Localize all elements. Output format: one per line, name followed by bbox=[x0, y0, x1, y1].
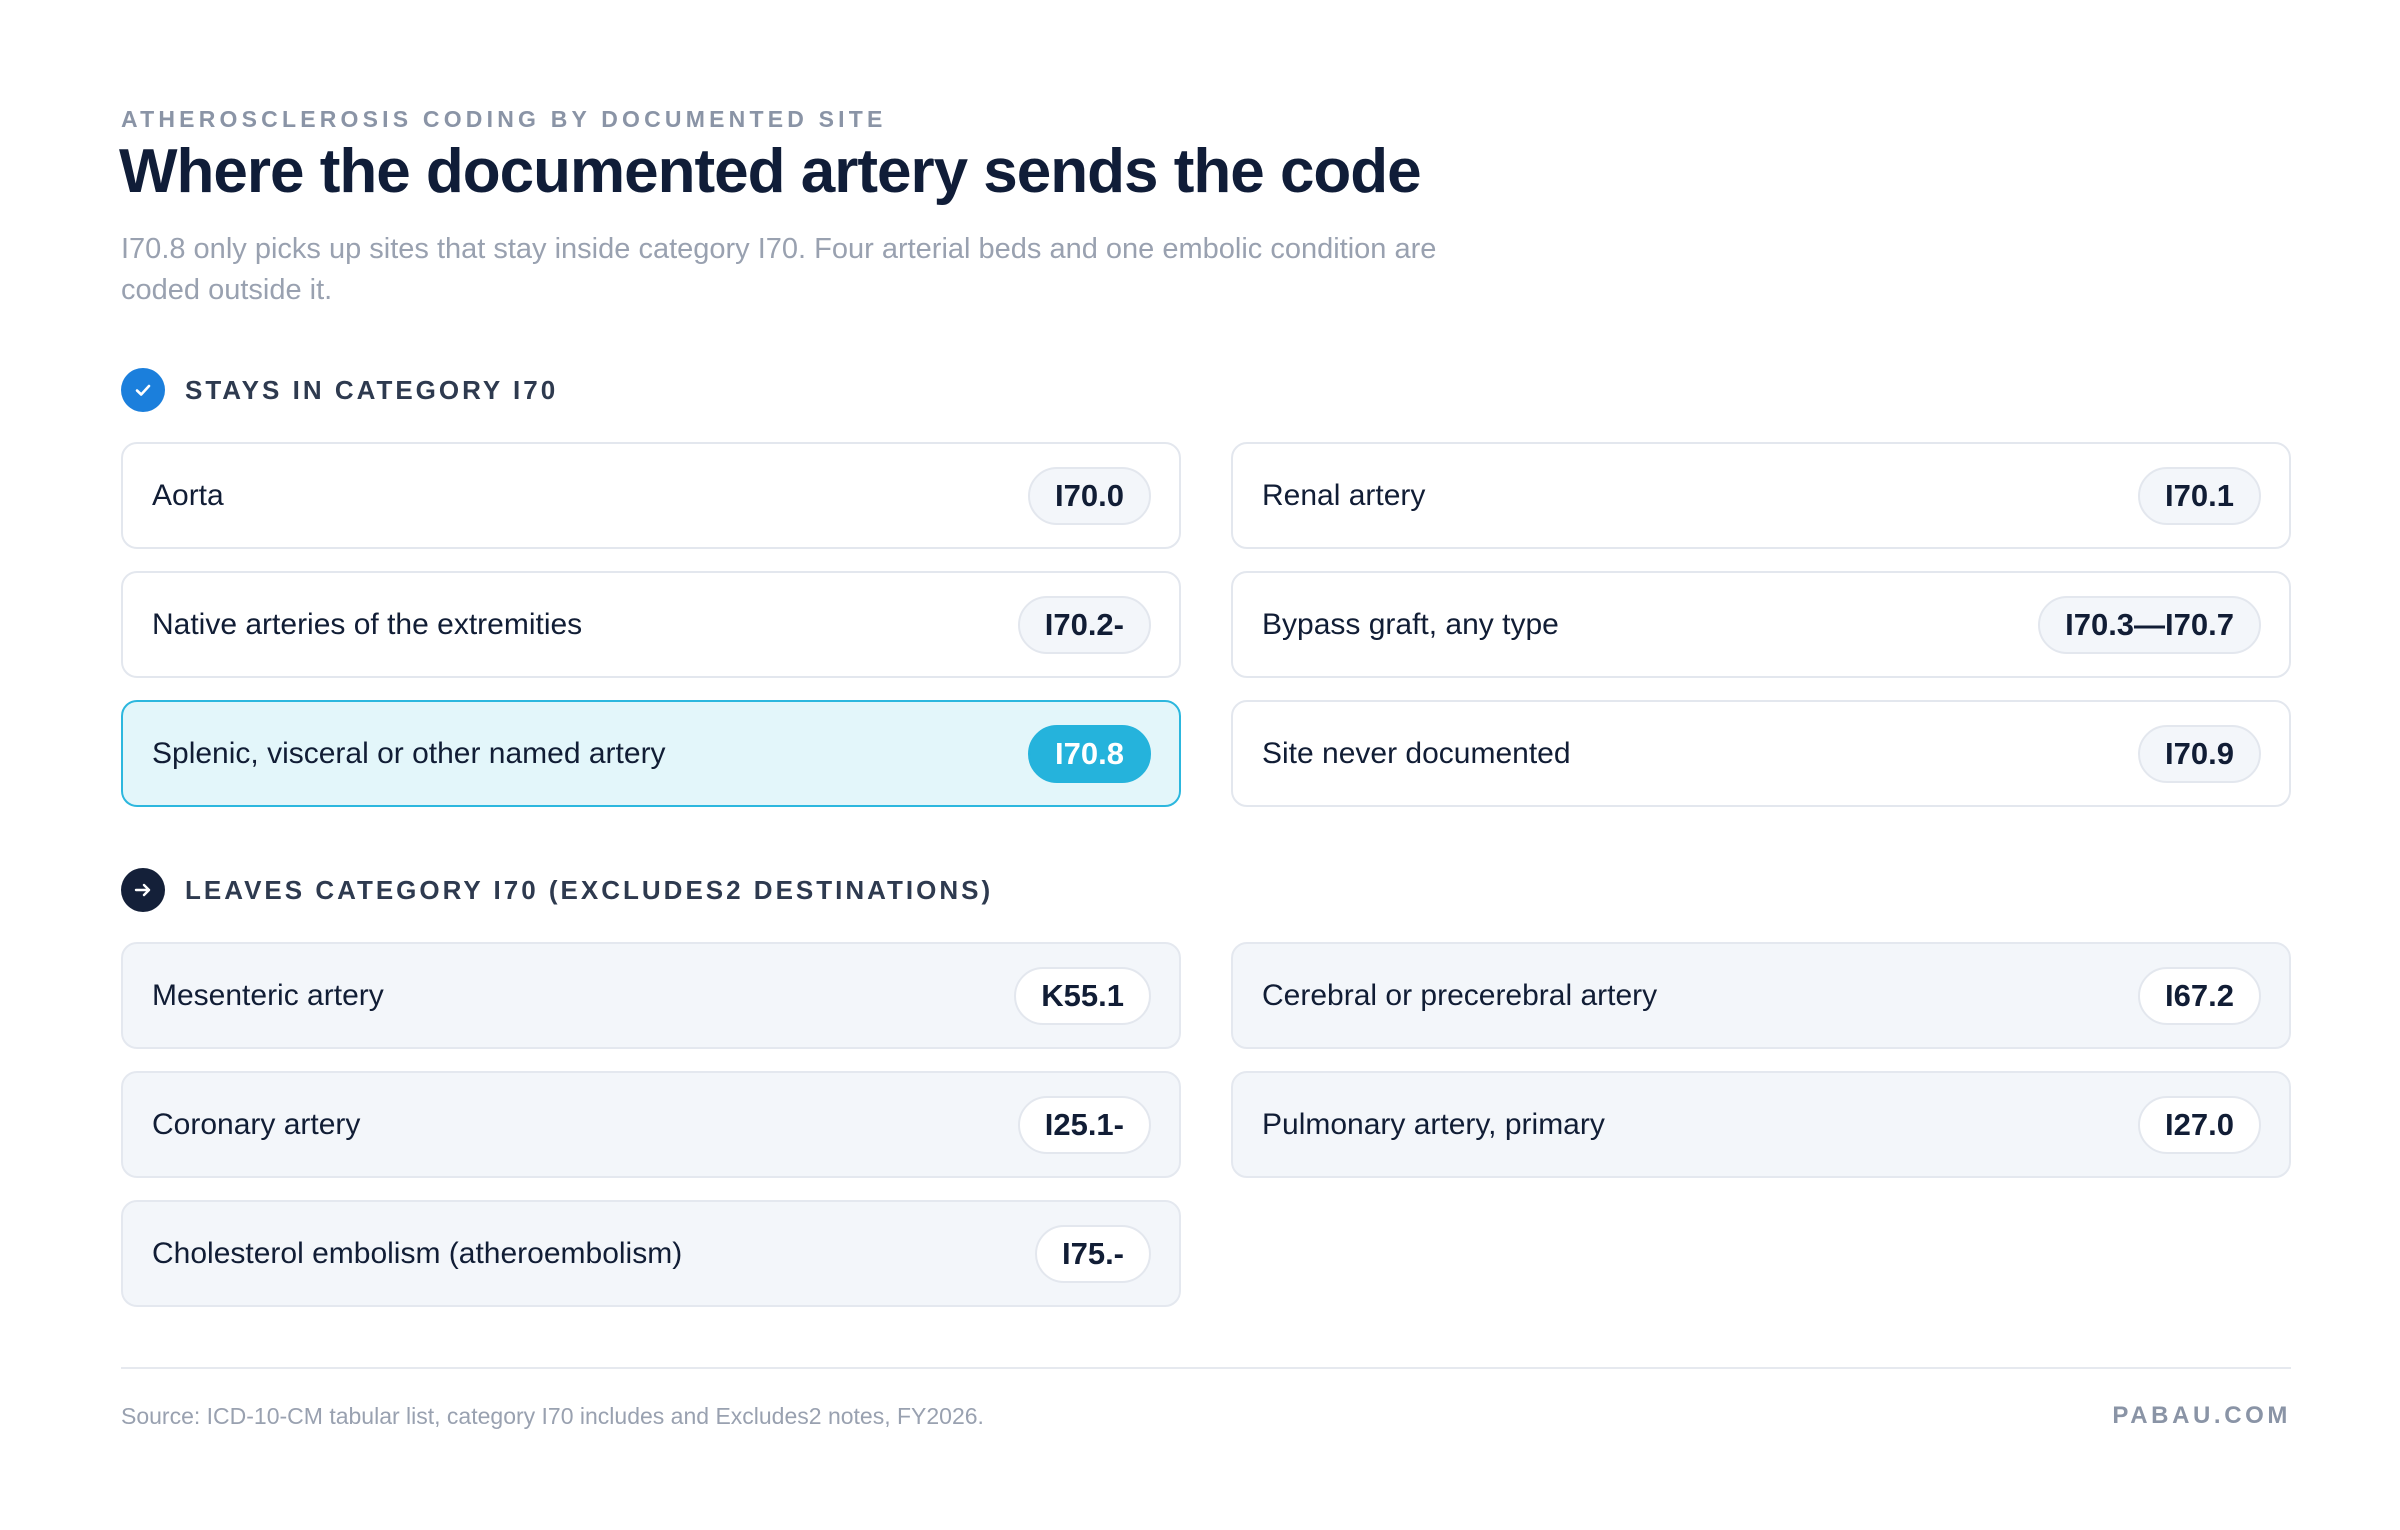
brand-label: PABAU.COM bbox=[2112, 1402, 2291, 1429]
site-label: Coronary artery bbox=[152, 1107, 361, 1141]
site-row-coronary-artery: Coronary artery I25.1- bbox=[121, 1071, 1181, 1178]
site-label: Native arteries of the extremities bbox=[152, 607, 583, 641]
page-title: Where the documented artery sends the co… bbox=[119, 137, 1422, 206]
code-pill-highlighted: I70.8 bbox=[1028, 724, 1151, 783]
infographic: ATHEROSCLEROSIS CODING BY DOCUMENTED SIT… bbox=[0, 0, 2400, 1530]
site-row-aorta: Aorta I70.0 bbox=[121, 442, 1181, 549]
section-header-leaves: LEAVES CATEGORY I70 (EXCLUDES2 DESTINATI… bbox=[121, 868, 993, 912]
site-label: Renal artery bbox=[1262, 478, 1426, 512]
site-label: Aorta bbox=[152, 478, 224, 512]
code-pill: I70.0 bbox=[1028, 466, 1151, 525]
site-row-mesenteric-artery: Mesenteric artery K55.1 bbox=[121, 942, 1181, 1049]
site-row-bypass-graft: Bypass graft, any type I70.3—I70.7 bbox=[1231, 571, 2291, 678]
check-icon bbox=[121, 368, 165, 412]
page-subtitle: I70.8 only picks up sites that stay insi… bbox=[121, 233, 1437, 306]
code-pill: I70.3—I70.7 bbox=[2038, 595, 2261, 654]
section-label-stays: STAYS IN CATEGORY I70 bbox=[185, 374, 559, 405]
footer-divider bbox=[121, 1367, 2291, 1369]
section-label-leaves: LEAVES CATEGORY I70 (EXCLUDES2 DESTINATI… bbox=[185, 874, 994, 905]
code-pill: K55.1 bbox=[1014, 966, 1151, 1025]
site-label: Pulmonary artery, primary bbox=[1262, 1107, 1605, 1141]
eyebrow-label: ATHEROSCLEROSIS CODING BY DOCUMENTED SIT… bbox=[121, 106, 887, 132]
site-row-pulmonary-artery: Pulmonary artery, primary I27.0 bbox=[1231, 1071, 2291, 1178]
code-pill: I27.0 bbox=[2138, 1095, 2261, 1154]
site-label: Site never documented bbox=[1262, 736, 1571, 770]
site-label: Cerebral or precerebral artery bbox=[1262, 978, 1658, 1012]
code-pill: I70.1 bbox=[2138, 466, 2261, 525]
source-note: Source: ICD-10-CM tabular list, category… bbox=[121, 1403, 984, 1429]
site-row-renal-artery: Renal artery I70.1 bbox=[1231, 442, 2291, 549]
site-row-never-documented: Site never documented I70.9 bbox=[1231, 700, 2291, 807]
code-pill: I75.- bbox=[1034, 1224, 1151, 1283]
code-pill: I70.9 bbox=[2138, 724, 2261, 783]
section-header-stays: STAYS IN CATEGORY I70 bbox=[121, 368, 558, 412]
site-label: Mesenteric artery bbox=[152, 978, 384, 1012]
site-label: Bypass graft, any type bbox=[1262, 607, 1559, 641]
site-label: Cholesterol embolism (atheroembolism) bbox=[152, 1236, 683, 1270]
site-row-cholesterol-embolism: Cholesterol embolism (atheroembolism) I7… bbox=[121, 1200, 1181, 1307]
site-row-cerebral-artery: Cerebral or precerebral artery I67.2 bbox=[1231, 942, 2291, 1049]
code-pill: I67.2 bbox=[2138, 966, 2261, 1025]
code-pill: I70.2- bbox=[1017, 595, 1151, 654]
site-label: Splenic, visceral or other named artery bbox=[152, 736, 666, 770]
arrow-right-icon bbox=[121, 868, 165, 912]
site-row-other-named-artery-highlighted: Splenic, visceral or other named artery … bbox=[121, 700, 1181, 807]
code-pill: I25.1- bbox=[1017, 1095, 1151, 1154]
site-row-native-extremities: Native arteries of the extremities I70.2… bbox=[121, 571, 1181, 678]
